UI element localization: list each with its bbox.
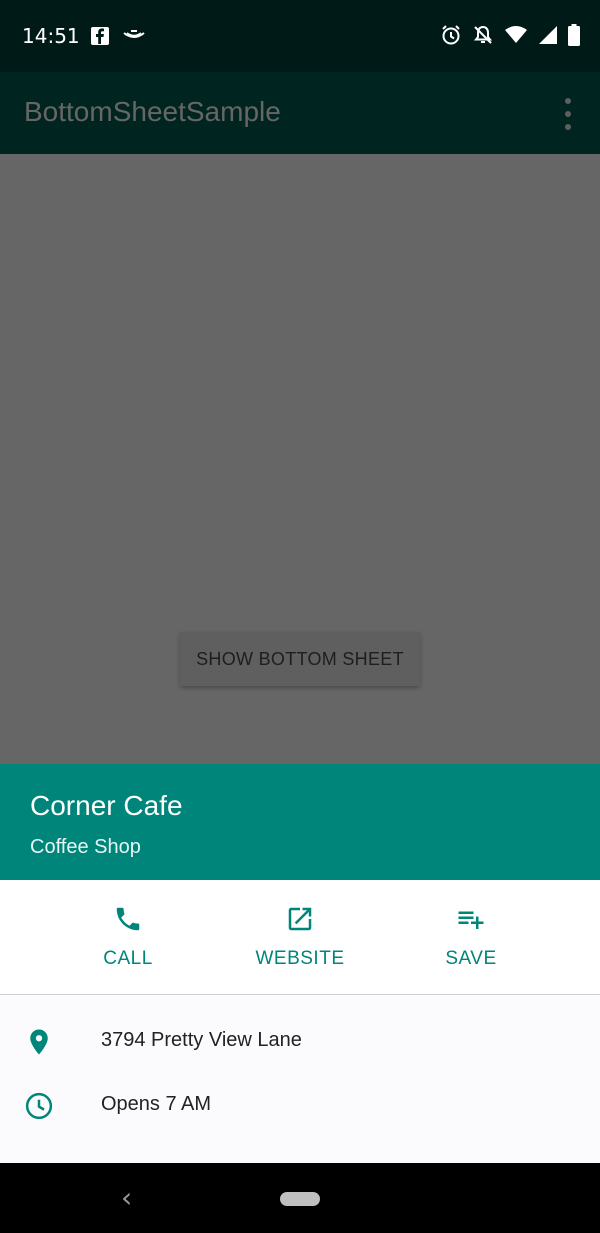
app-title: BottomSheetSample xyxy=(24,96,281,127)
lamp-icon xyxy=(122,29,146,48)
wifi-icon xyxy=(504,25,528,50)
more-vert-icon[interactable] xyxy=(556,98,580,130)
facebook-icon xyxy=(90,26,110,51)
phone-icon xyxy=(113,904,143,934)
address-text: 3794 Pretty View Lane xyxy=(101,1029,302,1051)
save-label: SAVE xyxy=(445,948,497,969)
signal-icon xyxy=(538,25,558,50)
bottom-sheet-header: Corner Cafe Coffee Shop xyxy=(0,764,600,880)
status-time: 14:51 xyxy=(22,24,80,48)
list-item-address[interactable]: 3794 Pretty View Lane xyxy=(0,1021,600,1061)
status-left-icons xyxy=(90,26,146,51)
call-label: CALL xyxy=(103,948,153,969)
navigation-bar: ‹ xyxy=(0,1163,600,1233)
app-bar: BottomSheetSample xyxy=(0,72,600,154)
bottom-sheet-details: 3794 Pretty View Lane Opens 7 AM xyxy=(0,995,600,1163)
notifications-off-icon xyxy=(472,24,494,51)
call-button[interactable]: CALL xyxy=(43,880,213,994)
hours-text: Opens 7 AM xyxy=(101,1093,212,1115)
status-right-icons xyxy=(440,24,580,51)
website-button[interactable]: WEBSITE xyxy=(215,880,385,994)
home-pill-icon[interactable] xyxy=(280,1192,320,1206)
status-bar: 14:51 xyxy=(0,0,600,72)
location-pin-icon xyxy=(24,1027,54,1057)
show-bottom-sheet-button[interactable]: SHOW BOTTOM SHEET xyxy=(180,632,420,686)
alarm-icon xyxy=(440,24,462,51)
website-label: WEBSITE xyxy=(255,948,345,969)
place-category: Coffee Shop xyxy=(30,836,141,858)
open-in-new-icon xyxy=(285,904,315,934)
bottom-sheet-actions: CALL WEBSITE SAVE xyxy=(0,880,600,995)
save-button[interactable]: SAVE xyxy=(386,880,556,994)
back-icon[interactable]: ‹ xyxy=(121,1181,132,1214)
clock-icon xyxy=(24,1091,54,1121)
list-item-hours[interactable]: Opens 7 AM xyxy=(0,1085,600,1125)
playlist-add-icon xyxy=(456,904,486,934)
place-name: Corner Cafe xyxy=(30,790,183,821)
battery-icon xyxy=(568,24,580,51)
